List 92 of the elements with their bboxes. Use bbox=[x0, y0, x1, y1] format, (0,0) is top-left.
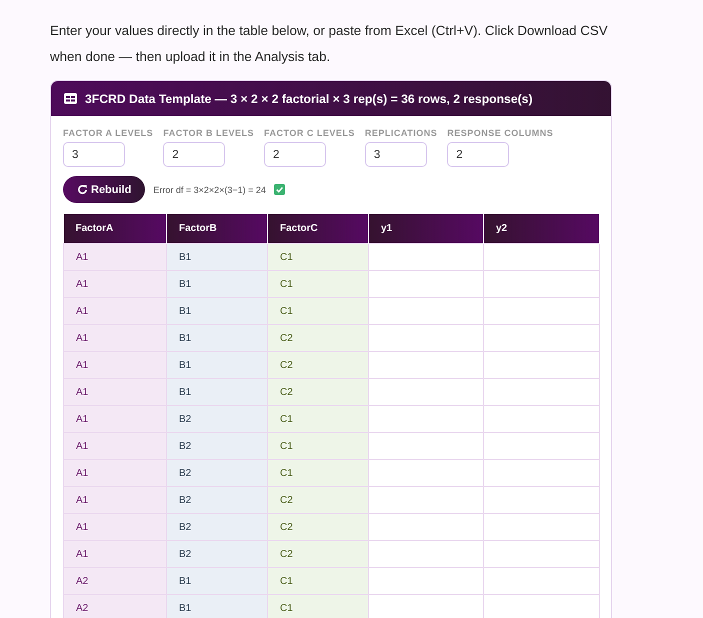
table-cell: A1 bbox=[64, 486, 166, 514]
value-cell[interactable] bbox=[484, 324, 600, 352]
table-cell: C1 bbox=[268, 298, 368, 324]
value-cell[interactable] bbox=[368, 298, 484, 324]
value-cell[interactable] bbox=[484, 244, 600, 270]
value-cell[interactable] bbox=[484, 270, 600, 298]
table-cell: C2 bbox=[268, 514, 368, 540]
value-cell[interactable] bbox=[484, 486, 600, 514]
table-cell: C2 bbox=[268, 486, 368, 514]
value-cell[interactable] bbox=[368, 244, 484, 270]
value-cell[interactable] bbox=[368, 352, 484, 378]
table-cell: B2 bbox=[166, 486, 268, 514]
table-cell: A1 bbox=[64, 244, 166, 270]
table-cell: C2 bbox=[268, 540, 368, 568]
value-cell[interactable] bbox=[368, 514, 484, 540]
field-label: FACTOR C LEVELS bbox=[264, 128, 355, 138]
card-title: 3FCRD Data Template — 3 × 2 × 2 factorial × 3 rep(s) = 36 rows, 2 response(s) bbox=[85, 92, 532, 106]
table-cell: B2 bbox=[166, 460, 268, 486]
table-cell: C2 bbox=[268, 378, 368, 406]
table-cell: A1 bbox=[64, 270, 166, 298]
column-header: FactorC bbox=[268, 214, 368, 244]
value-cell[interactable] bbox=[368, 324, 484, 352]
column-header: y1 bbox=[368, 214, 484, 244]
error-df-text: Error df = 3×2×2×(3−1) = 24 bbox=[153, 184, 266, 194]
table-cell: C1 bbox=[268, 594, 368, 618]
table-cell: C1 bbox=[268, 568, 368, 594]
table-cell: A1 bbox=[64, 406, 166, 432]
table-cell: B1 bbox=[166, 594, 268, 618]
field-label: FACTOR B LEVELS bbox=[163, 128, 254, 138]
table-cell: A1 bbox=[64, 352, 166, 378]
column-header: FactorB bbox=[166, 214, 268, 244]
instructions-text: Enter your values directly in the table below, or paste from Excel (Ctrl+V). Click Download CSV when done — then upload it in the Analysis tab. bbox=[50, 22, 609, 66]
table-cell: C2 bbox=[268, 352, 368, 378]
value-cell[interactable] bbox=[368, 486, 484, 514]
value-cell[interactable] bbox=[368, 460, 484, 486]
table-cell: C1 bbox=[268, 432, 368, 460]
table-cell: A2 bbox=[64, 568, 166, 594]
check-icon bbox=[274, 184, 285, 195]
value-cell[interactable] bbox=[368, 270, 484, 298]
table-cell: A1 bbox=[64, 298, 166, 324]
table-cell: A1 bbox=[64, 378, 166, 406]
field-label: FACTOR A LEVELS bbox=[63, 128, 154, 138]
value-cell[interactable] bbox=[484, 378, 600, 406]
value-cell[interactable] bbox=[484, 514, 600, 540]
value-cell[interactable] bbox=[368, 432, 484, 460]
table-cell: B2 bbox=[166, 406, 268, 432]
table-cell: B1 bbox=[166, 298, 268, 324]
field-label: REPLICATIONS bbox=[364, 128, 438, 138]
table-cell: B1 bbox=[166, 568, 268, 594]
table-cell: B2 bbox=[166, 432, 268, 460]
table-cell: B1 bbox=[166, 378, 268, 406]
value-cell[interactable] bbox=[368, 568, 484, 594]
number-field[interactable]: 2 bbox=[264, 142, 326, 167]
refresh-icon bbox=[77, 184, 88, 195]
table-cell: A1 bbox=[64, 324, 166, 352]
table-cell: B1 bbox=[166, 244, 268, 270]
table-icon bbox=[64, 93, 77, 104]
table-cell: C1 bbox=[268, 244, 368, 270]
number-field[interactable]: 2 bbox=[163, 142, 226, 167]
table-cell: A1 bbox=[64, 432, 166, 460]
value-cell[interactable] bbox=[484, 406, 600, 432]
value-cell[interactable] bbox=[484, 352, 600, 378]
table-cell: C2 bbox=[268, 324, 368, 352]
value-cell[interactable] bbox=[484, 298, 600, 324]
table-cell: C1 bbox=[268, 460, 368, 486]
table-cell: B1 bbox=[166, 270, 268, 298]
column-header: FactorA bbox=[64, 214, 166, 244]
number-field[interactable]: 2 bbox=[447, 142, 510, 167]
value-cell[interactable] bbox=[368, 540, 484, 568]
value-cell[interactable] bbox=[368, 594, 484, 618]
value-cell[interactable] bbox=[368, 406, 484, 432]
value-cell[interactable] bbox=[484, 540, 600, 568]
field-label: RESPONSE COLUMNS bbox=[447, 128, 554, 138]
rebuild-button[interactable]: Rebuild bbox=[63, 176, 146, 203]
table-cell: A1 bbox=[64, 460, 166, 486]
table-cell: A2 bbox=[64, 594, 166, 618]
table-cell: C1 bbox=[268, 406, 368, 432]
table-cell: B2 bbox=[166, 514, 268, 540]
table-cell: B1 bbox=[166, 352, 268, 378]
value-cell[interactable] bbox=[368, 378, 484, 406]
table-cell: B1 bbox=[166, 324, 268, 352]
table-cell: A1 bbox=[64, 540, 166, 568]
table-cell: B2 bbox=[166, 540, 268, 568]
value-cell[interactable] bbox=[484, 568, 600, 594]
value-cell[interactable] bbox=[484, 460, 600, 486]
table-cell: C1 bbox=[268, 270, 368, 298]
value-cell[interactable] bbox=[484, 594, 600, 618]
table-cell: A1 bbox=[64, 514, 166, 540]
column-header: y2 bbox=[484, 214, 600, 244]
value-cell[interactable] bbox=[484, 432, 600, 460]
number-field[interactable]: 3 bbox=[364, 142, 427, 167]
number-field[interactable]: 3 bbox=[63, 142, 125, 167]
